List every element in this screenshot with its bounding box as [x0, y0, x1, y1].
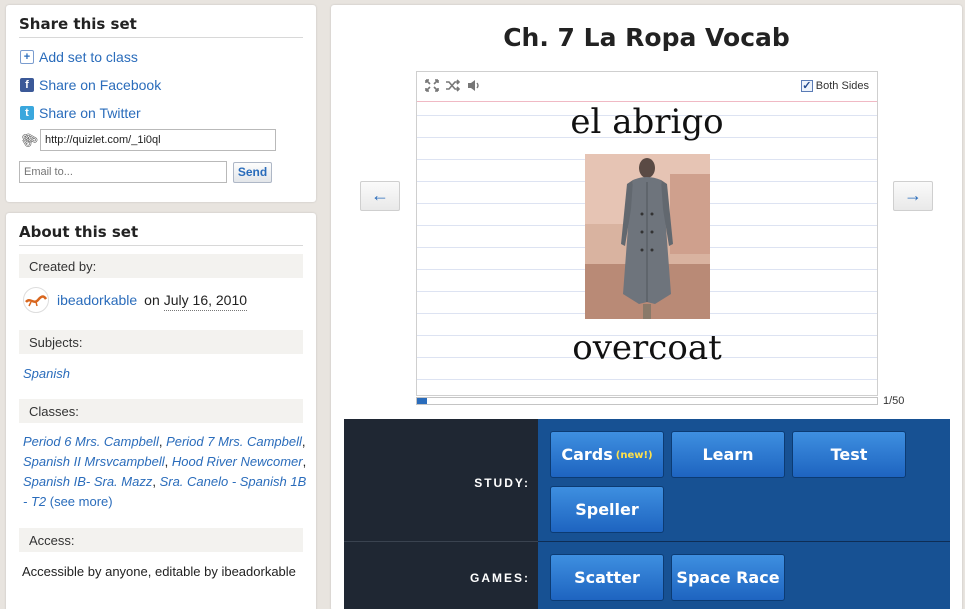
created-by-label: Created by:	[19, 254, 303, 278]
test-button[interactable]: Test	[792, 431, 906, 478]
progress-bar	[416, 397, 878, 405]
flashcard[interactable]: ✓ Both Sides el abrigo overcoat	[416, 71, 878, 396]
share-facebook-link[interactable]: f Share on Facebook	[20, 75, 161, 95]
scatter-button[interactable]: Scatter	[550, 554, 664, 601]
speller-button[interactable]: Speller	[550, 486, 664, 533]
add-to-class-label: Add set to class	[39, 49, 138, 65]
main-panel: Ch. 7 La Ropa Vocab ← → ✓ Both Sides el …	[331, 5, 962, 609]
card-definition: overcoat	[572, 328, 722, 368]
cards-button[interactable]: Cards (new!)	[550, 431, 664, 478]
class-link[interactable]: Period 7 Mrs. Campbell	[166, 434, 302, 449]
email-to-field[interactable]	[19, 161, 227, 183]
both-sides-checkbox[interactable]: ✓	[800, 80, 813, 92]
email-row: Send	[19, 161, 272, 183]
send-button[interactable]: Send	[233, 161, 272, 183]
plus-icon: +	[20, 50, 34, 64]
class-link[interactable]: Spanish IB- Sra. Mazz	[23, 474, 152, 489]
page-title: Ch. 7 La Ropa Vocab	[503, 23, 790, 52]
both-sides-toggle[interactable]: ✓ Both Sides	[800, 80, 869, 92]
class-link[interactable]: Spanish II Mrsvcampbell	[23, 454, 165, 469]
both-sides-label: Both Sides	[815, 80, 869, 92]
study-label: STUDY:	[474, 476, 530, 490]
created-on-text: on	[144, 292, 160, 308]
cards-label: Cards	[561, 445, 613, 464]
classes-label: Classes:	[19, 399, 303, 423]
classes-list: Period 6 Mrs. Campbell, Period 7 Mrs. Ca…	[23, 434, 307, 509]
card-term: el abrigo	[570, 102, 724, 142]
previous-card-button[interactable]: ←	[360, 181, 400, 211]
see-more-link[interactable]: (see more)	[50, 494, 113, 509]
avatar[interactable]	[23, 287, 49, 313]
modes-divider-left	[344, 541, 538, 542]
facebook-label: Share on Facebook	[39, 77, 162, 93]
overcoat-image	[585, 154, 710, 319]
class-link[interactable]: Period 6 Mrs. Campbell	[23, 434, 159, 449]
progress-fill	[417, 398, 428, 404]
subjects-label: Subjects:	[19, 330, 303, 354]
class-link[interactable]: Hood River Newcomer	[172, 454, 303, 469]
twitter-icon: t	[20, 106, 34, 120]
about-title: About this set	[19, 213, 303, 246]
games-label: GAMES:	[470, 571, 530, 585]
expand-icon[interactable]	[425, 79, 439, 92]
card-toolbar: ✓ Both Sides	[417, 72, 877, 102]
creator-row: ibeadorkable on July 16, 2010	[23, 287, 313, 313]
share-title: Share this set	[19, 5, 303, 38]
next-card-button[interactable]: →	[893, 181, 933, 211]
facebook-icon: f	[20, 78, 34, 92]
creator-link[interactable]: ibeadorkable	[57, 290, 137, 310]
subject-link[interactable]: Spanish	[23, 366, 70, 381]
about-panel: About this set Created by: ibeadorkable …	[6, 213, 316, 609]
lizard-avatar-icon	[25, 295, 47, 307]
new-badge: (new!)	[615, 450, 653, 461]
share-twitter-link[interactable]: t Share on Twitter	[20, 103, 141, 123]
card-image	[585, 154, 710, 319]
access-text: Accessible by anyone, editable by ibeado…	[22, 564, 296, 579]
study-modes: STUDY: GAMES: Cards (new!) Learn Test Spe…	[344, 419, 950, 609]
card-tools	[425, 79, 481, 92]
space-race-button[interactable]: Space Race	[671, 554, 785, 601]
learn-button[interactable]: Learn	[671, 431, 785, 478]
shuffle-icon[interactable]	[445, 79, 461, 92]
twitter-label: Share on Twitter	[39, 105, 141, 121]
set-url-field[interactable]	[40, 129, 276, 151]
add-to-class-link[interactable]: + Add set to class	[20, 47, 138, 67]
url-row: 🖇	[16, 127, 276, 152]
subjects-list: Spanish	[23, 364, 313, 384]
speaker-icon[interactable]	[467, 79, 481, 92]
progress-count: 1/50	[883, 395, 905, 407]
paperclip-icon: 🖇	[16, 127, 41, 152]
access-label: Access:	[19, 528, 303, 552]
share-panel: Share this set + Add set to class f Shar…	[6, 5, 316, 202]
created-date: July 16, 2010	[163, 290, 248, 311]
